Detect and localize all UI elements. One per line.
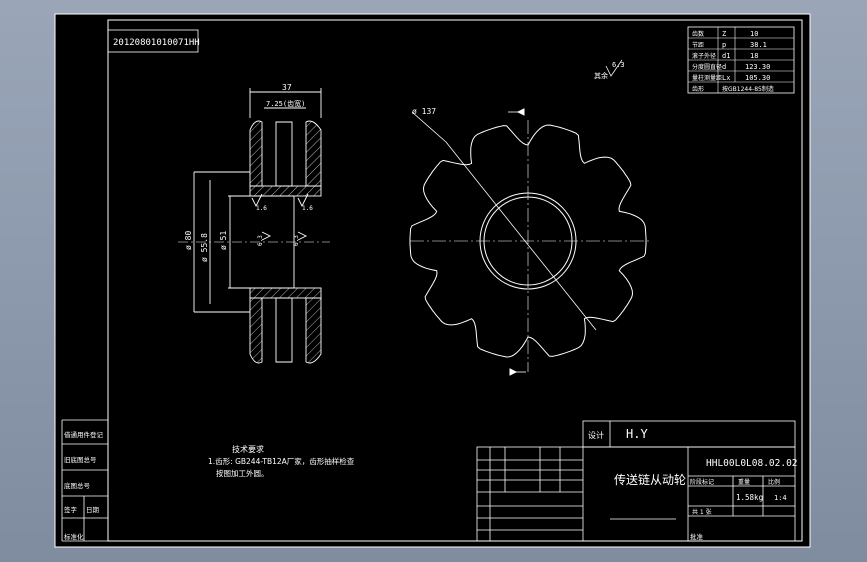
dim-dia-bore-a: ø 55.8 bbox=[200, 233, 209, 262]
param-name-1: 节距 bbox=[692, 41, 704, 49]
param-symbol-0: Z bbox=[722, 30, 726, 38]
weight-label: 重量 bbox=[738, 478, 750, 486]
strip-label-4: 日期 bbox=[86, 506, 100, 514]
rough-b: 1.6 bbox=[302, 205, 313, 212]
scale-value: 1:4 bbox=[774, 494, 787, 502]
dim-width-total: 37 bbox=[282, 83, 292, 92]
param-value-2: 18 bbox=[750, 52, 758, 60]
part-name: 传送链从动轮 bbox=[614, 472, 686, 487]
drawing-number: HHL00L0L08.02.02 bbox=[706, 458, 798, 469]
dim-dia-bore-b: ø 51 bbox=[219, 231, 228, 250]
param-symbol-2: d1 bbox=[722, 52, 730, 60]
param-symbol-1: p bbox=[722, 41, 726, 49]
rough-corner-value: 6.3 bbox=[612, 61, 625, 69]
param-name-3: 分度圆直径 bbox=[692, 63, 722, 71]
scale-label: 比例 bbox=[768, 478, 780, 486]
footer-left: 标准化 bbox=[64, 532, 84, 541]
param-value-1: 38.1 bbox=[750, 41, 767, 49]
strip-label-1: 旧底图总号 bbox=[64, 455, 97, 464]
dim-dia-outer-hub: ø 80 bbox=[184, 231, 193, 250]
designer-value: H.Y bbox=[626, 427, 648, 441]
param-value-3: 123.30 bbox=[745, 63, 770, 71]
sheet-info: 共 1 张 bbox=[692, 508, 712, 516]
strip-label-3: 签字 bbox=[64, 505, 78, 514]
stamp-code: 20120801010071HH bbox=[113, 38, 200, 48]
dim-dia-sprocket: ø 137 bbox=[412, 107, 436, 116]
designer-label: 设计 bbox=[588, 430, 604, 440]
param-name-2: 滚子外径 bbox=[692, 52, 716, 60]
param-value-0: 10 bbox=[750, 30, 758, 38]
cad-drawing: 20120801010071HH 齿数 Z 10 节距 p 38.1 滚子外径 … bbox=[54, 13, 811, 548]
param-name-5: 齿形 bbox=[692, 85, 704, 93]
param-value-5: 按GB1244-85制造 bbox=[722, 85, 774, 93]
param-symbol-3: d bbox=[722, 63, 726, 71]
strip-label-2: 底图总号 bbox=[64, 481, 91, 490]
strip-label-0: 借通用件登记 bbox=[64, 430, 104, 439]
rough-e: 6.3 bbox=[293, 235, 300, 246]
drawing-sheet bbox=[54, 13, 811, 548]
dim-groove: 7.25(齿宽) bbox=[266, 99, 305, 108]
tech-req-line-0: 1.齿形: GB244-TB12A厂家，齿形抽样检查 bbox=[208, 456, 355, 466]
rough-d: 6.3 bbox=[257, 235, 264, 246]
stage-label: 阶段标记 bbox=[690, 478, 714, 486]
tech-req-line-1: 按图加工外圆。 bbox=[216, 468, 269, 478]
param-name-4: 量柱测量距 bbox=[692, 74, 722, 82]
footer-right: 批准 bbox=[690, 532, 704, 541]
param-name-0: 齿数 bbox=[692, 30, 704, 38]
weight-value: 1.58kg bbox=[736, 493, 763, 502]
param-value-4: 105.30 bbox=[745, 74, 770, 82]
param-symbol-4: Lx bbox=[722, 74, 730, 82]
rough-corner-label: 其余 bbox=[594, 71, 608, 80]
tech-req-title: 技术要求 bbox=[232, 444, 264, 454]
rough-a: 1.6 bbox=[256, 205, 267, 212]
